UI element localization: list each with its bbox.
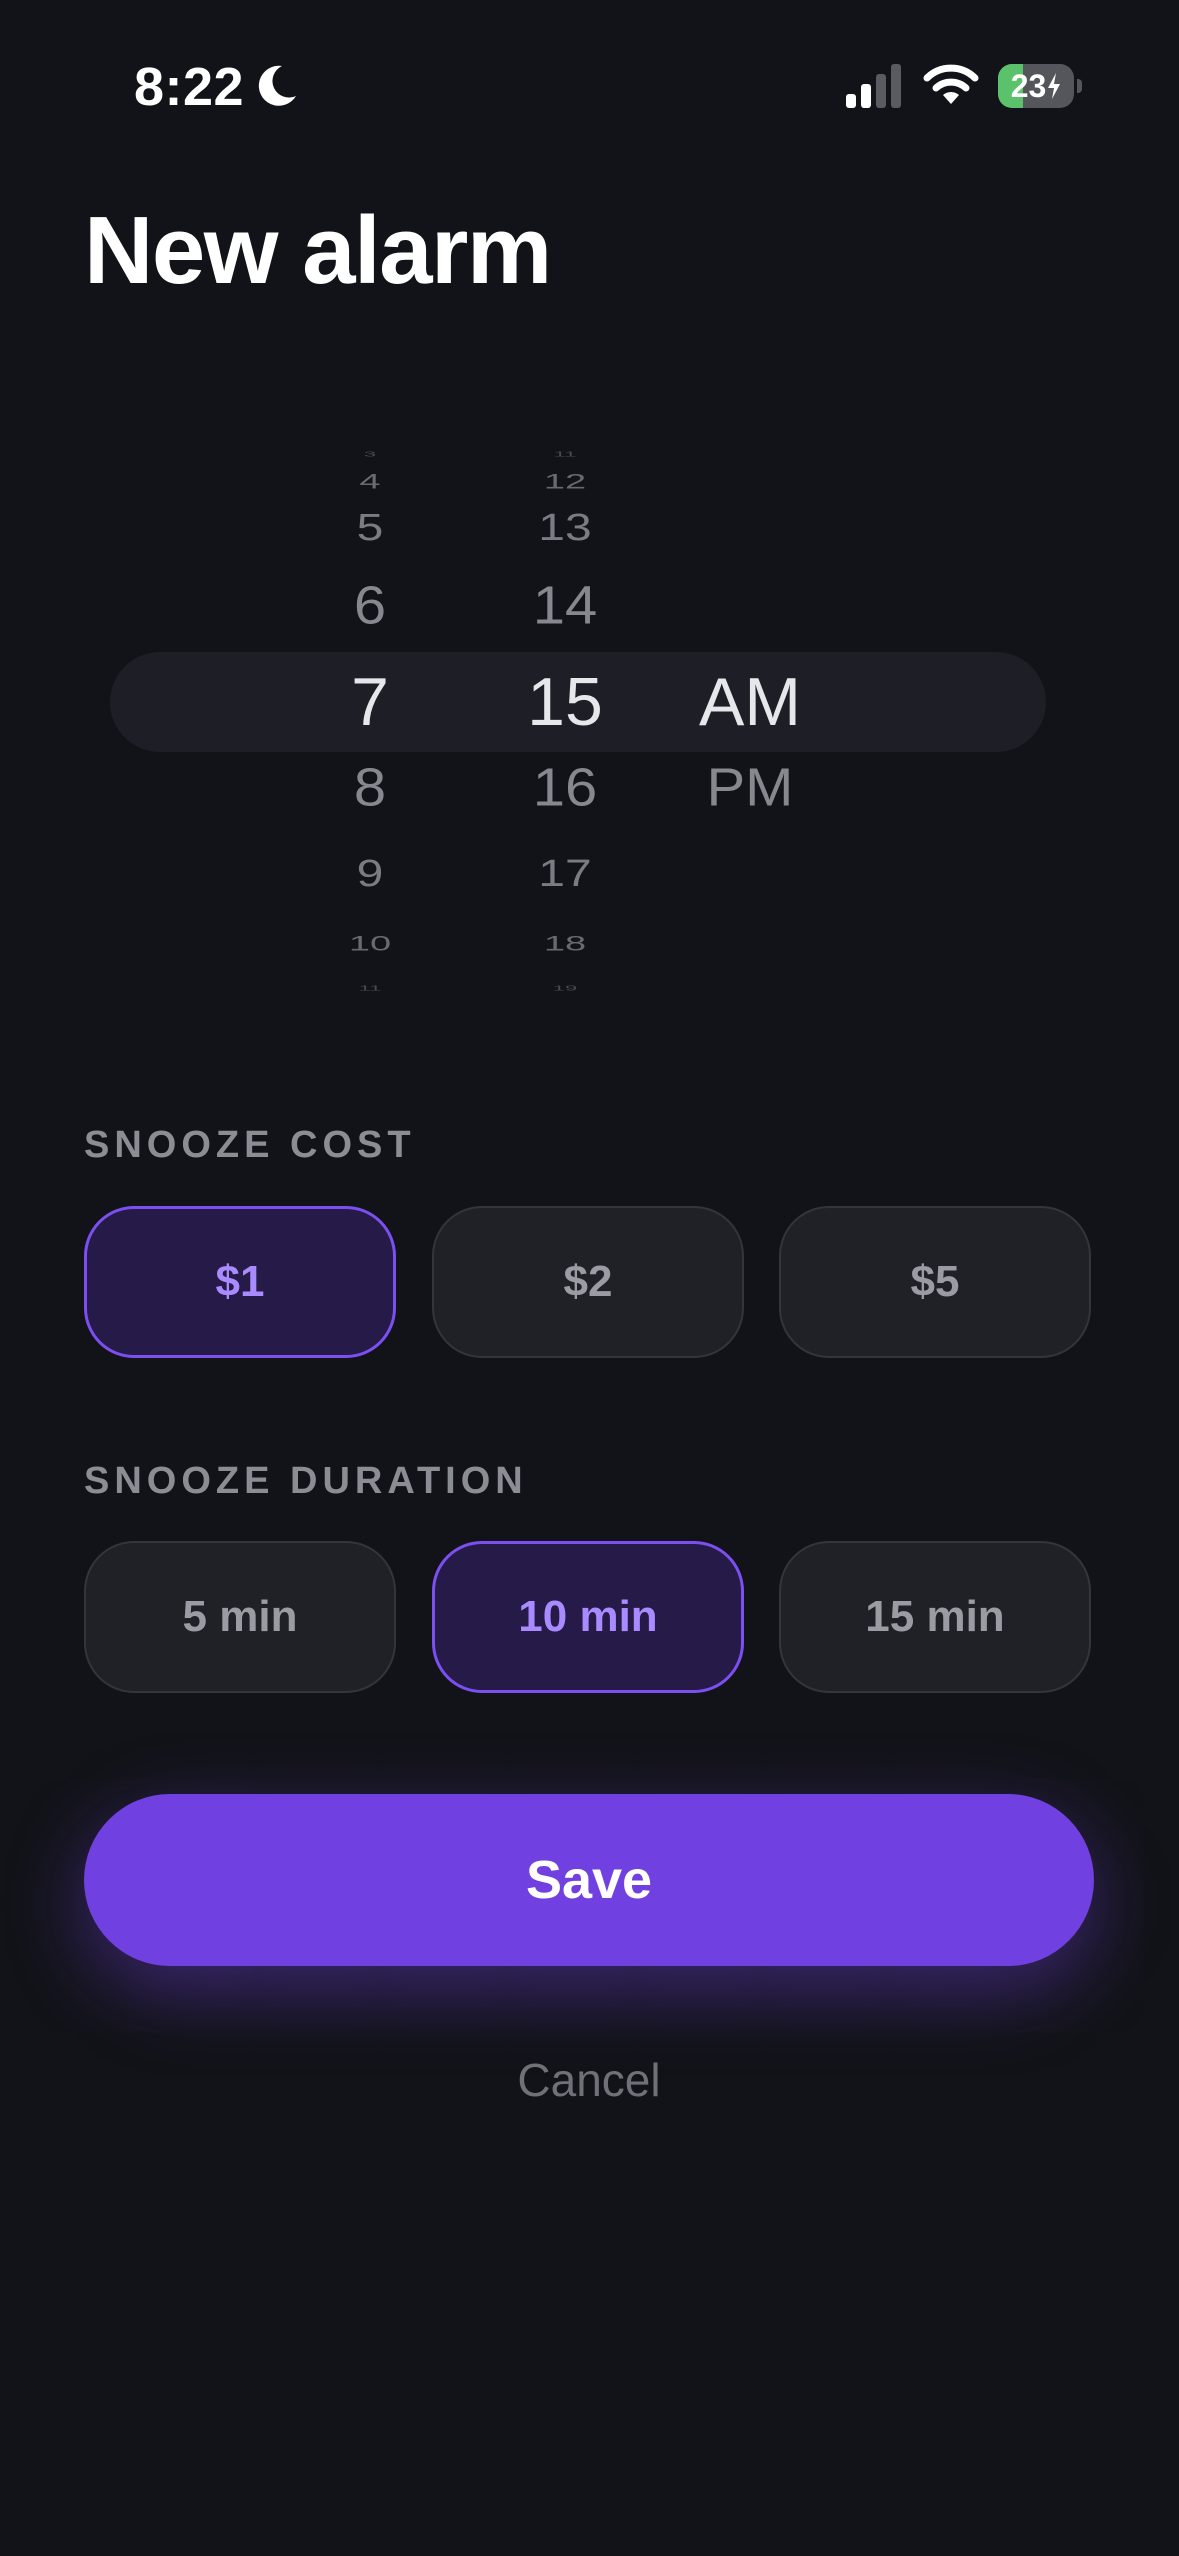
save-button[interactable]: Save <box>84 1794 1094 1966</box>
moon-icon <box>258 65 296 106</box>
status-time: 8:22 <box>134 57 245 117</box>
picker-minute-item[interactable]: 13 <box>465 504 665 552</box>
picker-hour-item[interactable]: 7 <box>270 652 470 752</box>
picker-minute-item[interactable]: 17 <box>465 850 665 898</box>
time-picker: 3 4 5 6 7 8 9 10 11 11 12 13 14 15 16 17 18 19 AM PM <box>0 430 1179 992</box>
cancel-button[interactable]: Cancel <box>389 2044 789 2116</box>
snooze-duration-option-5-min[interactable]: 5 min <box>84 1541 396 1693</box>
bolt-icon <box>1048 73 1061 99</box>
snooze-duration-option-15-min[interactable]: 15 min <box>779 1541 1091 1693</box>
hour-wheel[interactable]: 3 4 5 6 7 8 9 10 11 <box>270 430 470 992</box>
picker-minute-item[interactable]: 14 <box>465 578 665 634</box>
snooze-cost-option-5[interactable]: $5 <box>779 1206 1091 1358</box>
picker-minute-item[interactable]: 15 <box>465 652 665 752</box>
picker-minute-item[interactable]: 19 <box>465 978 665 999</box>
picker-minute-item[interactable]: 11 <box>465 444 665 465</box>
snooze-cost-label: SNOOZE COST <box>84 1124 416 1166</box>
picker-minute-item[interactable]: 12 <box>465 466 665 499</box>
picker-hour-item[interactable]: 10 <box>270 928 470 961</box>
signal-icon <box>846 64 901 108</box>
picker-hour-item[interactable]: 5 <box>270 504 470 552</box>
snooze-cost-option-2[interactable]: $2 <box>432 1206 744 1358</box>
picker-hour-item[interactable]: 11 <box>270 978 470 999</box>
picker-minute-item[interactable]: 16 <box>465 760 665 816</box>
picker-hour-item[interactable]: 4 <box>270 466 470 499</box>
page-title: New alarm <box>84 197 552 304</box>
period-wheel[interactable]: AM PM <box>650 430 850 970</box>
picker-period-item[interactable]: PM <box>650 760 850 816</box>
picker-hour-item[interactable]: 3 <box>270 444 470 465</box>
snooze-cost-option-1[interactable]: $1 <box>84 1206 396 1358</box>
wifi-icon <box>923 64 979 104</box>
status-bar: 8:22 23 <box>0 0 1179 170</box>
minute-wheel[interactable]: 11 12 13 14 15 16 17 18 19 <box>465 430 665 992</box>
snooze-duration-option-10-min[interactable]: 10 min <box>432 1541 744 1693</box>
battery-level: 23 <box>1010 67 1047 104</box>
picker-hour-item[interactable]: 6 <box>270 578 470 634</box>
picker-hour-item[interactable]: 8 <box>270 760 470 816</box>
picker-period-item[interactable]: AM <box>650 652 850 752</box>
picker-minute-item[interactable]: 18 <box>465 928 665 961</box>
battery-icon: 23 <box>998 64 1082 108</box>
picker-hour-item[interactable]: 9 <box>270 850 470 898</box>
snooze-duration-label: SNOOZE DURATION <box>84 1460 528 1502</box>
